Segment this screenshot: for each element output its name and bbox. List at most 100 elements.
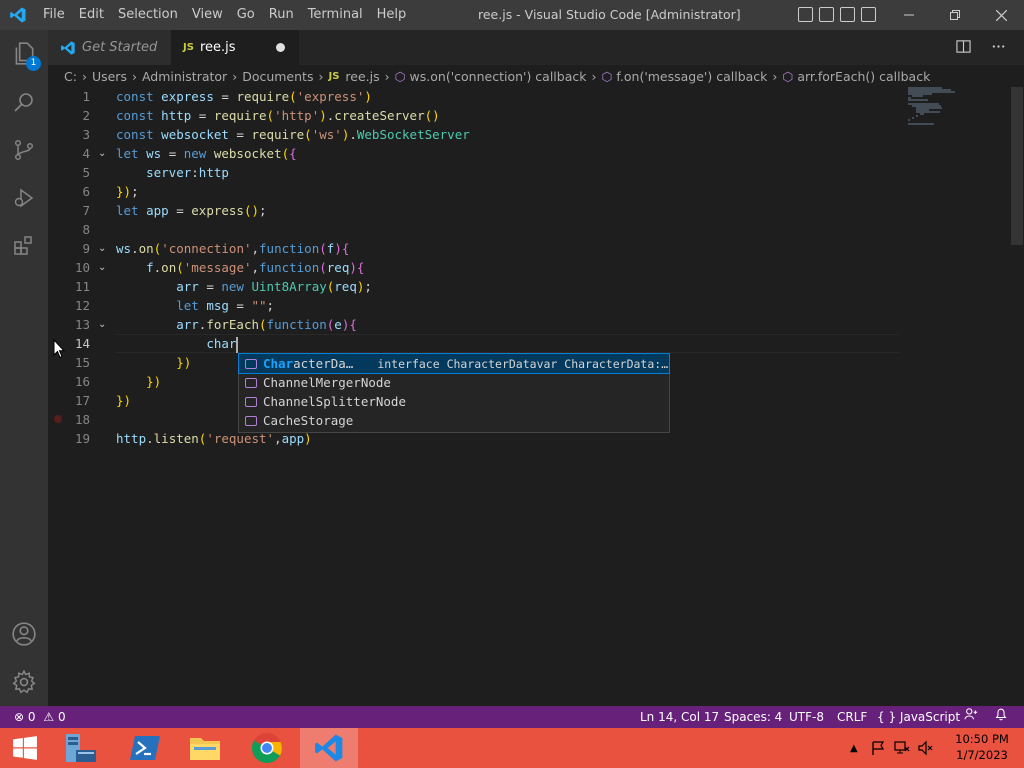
menu-file[interactable]: File	[36, 0, 72, 30]
menu-go[interactable]: Go	[230, 0, 262, 30]
code-line[interactable]: char	[116, 334, 239, 353]
autocomplete-widget[interactable]: CharacterDa… interface CharacterDatavar …	[238, 353, 670, 433]
code-line[interactable]: server:http	[116, 163, 229, 182]
code-line[interactable]: const http = require('http').createServe…	[116, 106, 440, 125]
source-control-button[interactable]	[0, 126, 48, 174]
search-icon	[14, 93, 33, 112]
customize-layout-icon[interactable]	[861, 7, 876, 22]
suggestion-item[interactable]: CharacterDa… interface CharacterDatavar …	[238, 353, 670, 374]
menu-help[interactable]: Help	[370, 0, 414, 30]
accounts-button[interactable]	[0, 610, 48, 658]
code-line[interactable]: arr = new Uint8Array(req);	[116, 277, 372, 296]
breadcrumb-ws-on-callback[interactable]: ws.on('connection') callback	[410, 69, 587, 84]
split-editor-icon[interactable]	[956, 39, 971, 54]
line-ending[interactable]: CRLF	[837, 706, 867, 728]
minimap[interactable]	[908, 87, 1012, 706]
suggestion-label: ChannelSplitterNode	[263, 394, 406, 409]
menu-run[interactable]: Run	[262, 0, 301, 30]
line-number: 16	[74, 374, 90, 389]
vertical-scrollbar[interactable]	[1010, 87, 1024, 706]
fold-chevron-icon[interactable]: ⌄	[98, 144, 110, 163]
breadcrumb-f-on-callback[interactable]: f.on('message') callback	[616, 69, 767, 84]
fold-chevron-icon[interactable]: ⌄	[98, 258, 110, 277]
minimap-line	[912, 117, 914, 119]
tab-get-started[interactable]: Get Started	[48, 30, 171, 65]
search-button[interactable]	[0, 78, 48, 126]
minimap-line	[912, 95, 923, 97]
indentation[interactable]: Spaces: 4	[724, 706, 782, 728]
volume-muted-icon[interactable]	[918, 740, 934, 756]
show-hidden-icons-icon[interactable]: ▲	[850, 743, 858, 754]
code-line[interactable]: let msg = "";	[116, 296, 274, 315]
breakpoint-hint-icon[interactable]	[54, 415, 62, 423]
toggle-secondary-sidebar-icon[interactable]	[840, 7, 855, 22]
minimize-button[interactable]	[886, 0, 932, 30]
suggestion-item[interactable]: ChannelSplitterNode	[239, 392, 669, 411]
minimap-line	[908, 99, 928, 101]
manage-button[interactable]	[0, 658, 48, 706]
code-line[interactable]: const websocket = require('ws').WebSocke…	[116, 125, 470, 144]
suggestion-item[interactable]: CacheStorage	[239, 411, 669, 430]
error-count: 0	[27, 710, 36, 724]
clock-time: 10:50 PM	[955, 732, 1009, 746]
fold-chevron-icon[interactable]: ⌄	[98, 239, 110, 258]
symbol-method-icon: ⬡	[394, 68, 406, 84]
braces-icon: { }	[877, 710, 897, 724]
code-line[interactable]: })	[116, 353, 191, 372]
close-button[interactable]	[978, 0, 1024, 30]
menu-terminal[interactable]: Terminal	[301, 0, 370, 30]
menu-edit[interactable]: Edit	[72, 0, 111, 30]
breadcrumb-administrator[interactable]: Administrator	[142, 69, 227, 84]
toggle-primary-sidebar-icon[interactable]	[798, 7, 813, 22]
feedback-icon[interactable]	[964, 706, 978, 728]
action-center-flag-icon[interactable]	[870, 740, 886, 756]
breadcrumb-documents[interactable]: Documents	[242, 69, 313, 84]
menu-view[interactable]: View	[185, 0, 230, 30]
cursor-position[interactable]: Ln 14, Col 17	[640, 706, 719, 728]
problems-indicator[interactable]: ⊗ 0 ⚠ 0	[14, 706, 66, 728]
code-line[interactable]: })	[116, 372, 161, 391]
notifications-icon[interactable]	[994, 706, 1008, 728]
code-line[interactable]: })	[116, 391, 131, 410]
encoding[interactable]: UTF-8	[789, 706, 824, 728]
unsaved-dot-icon[interactable]	[275, 43, 285, 52]
extensions-icon	[14, 236, 32, 255]
breadcrumb-drive[interactable]: C:	[64, 69, 77, 84]
taskbar-clock[interactable]: 10:50 PM 1/7/2023	[942, 731, 1022, 763]
line-number: 19	[74, 431, 90, 446]
breadcrumb-foreach-callback[interactable]: arr.forEach() callback	[797, 69, 930, 84]
code-line[interactable]: let app = express();	[116, 201, 267, 220]
taskbar-powershell[interactable]	[116, 728, 174, 768]
more-actions-icon[interactable]	[991, 39, 1006, 54]
code-line[interactable]: arr.forEach(function(e){	[116, 315, 357, 334]
code-line[interactable]: const express = require('express')	[116, 87, 372, 106]
language-mode[interactable]: { } JavaScript	[877, 706, 960, 728]
taskbar-file-explorer[interactable]	[176, 728, 234, 768]
chevron-right-icon: ›	[772, 68, 778, 84]
tab-label: Get Started	[82, 40, 158, 55]
breadcrumb-file[interactable]: ree.js	[345, 69, 379, 84]
network-icon[interactable]	[894, 740, 910, 756]
toggle-panel-icon[interactable]	[819, 7, 834, 22]
explorer-button[interactable]: 1	[0, 30, 48, 78]
taskbar-vscode[interactable]	[300, 728, 358, 768]
vscode-logo-icon[interactable]	[0, 0, 36, 30]
line-number: 1	[82, 89, 90, 104]
fold-chevron-icon[interactable]: ⌄	[98, 315, 110, 334]
extensions-button[interactable]	[0, 222, 48, 270]
code-line[interactable]: });	[116, 182, 139, 201]
taskbar-server-manager[interactable]	[52, 728, 110, 768]
tab-ree-js[interactable]: JS ree.js	[171, 30, 299, 65]
code-line[interactable]: f.on('message',function(req){	[116, 258, 364, 277]
code-line[interactable]: let ws = new websocket({	[116, 144, 297, 163]
start-button[interactable]	[0, 728, 50, 768]
taskbar-chrome[interactable]	[238, 728, 296, 768]
code-line[interactable]: ws.on('connection',function(f){	[116, 239, 349, 258]
breadcrumb-users[interactable]: Users	[92, 69, 127, 84]
suggestion-item[interactable]: ChannelMergerNode	[239, 373, 669, 392]
minimap-line	[916, 115, 918, 117]
run-debug-button[interactable]	[0, 174, 48, 222]
scrollbar-thumb[interactable]	[1011, 87, 1023, 245]
restore-button[interactable]	[932, 0, 978, 30]
menu-selection[interactable]: Selection	[111, 0, 185, 30]
